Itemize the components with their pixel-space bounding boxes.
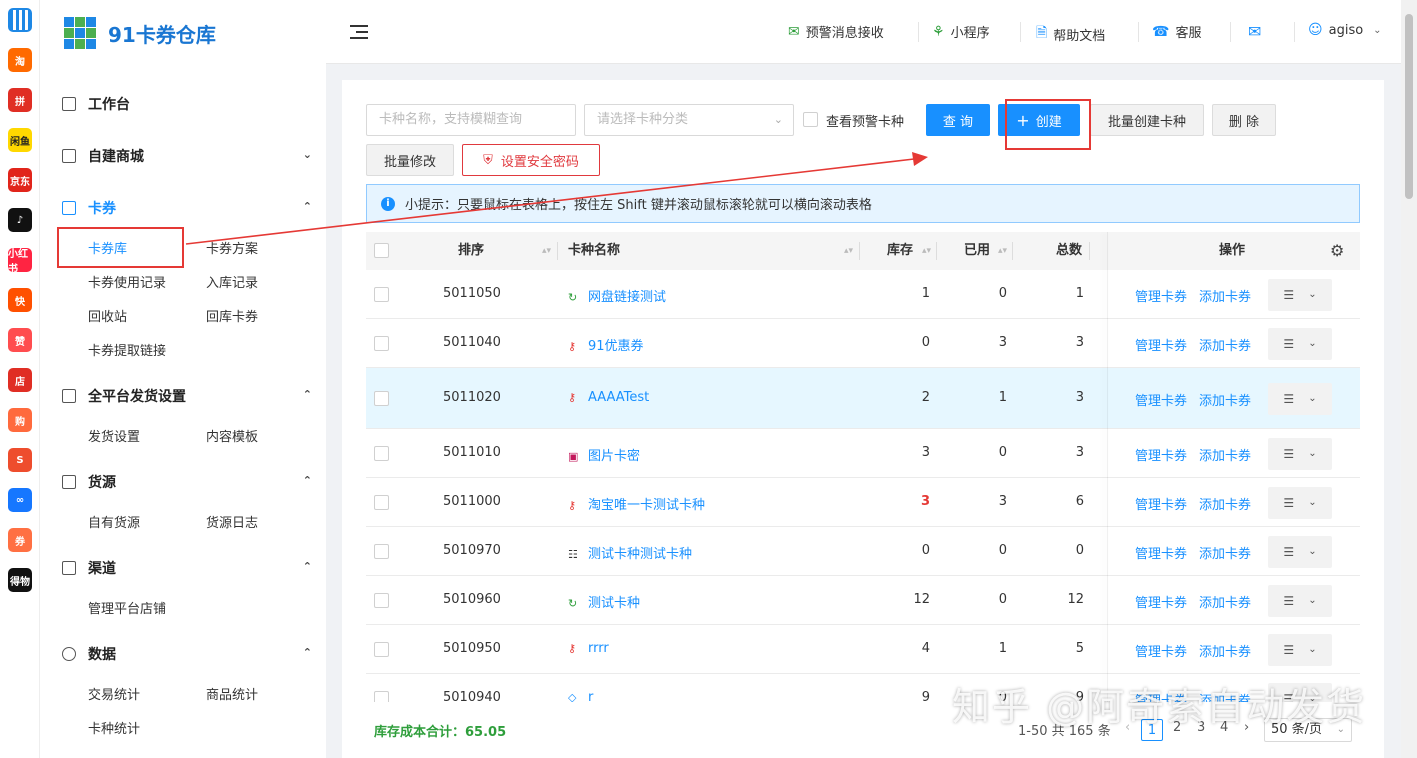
annotation-arrow: [185, 152, 928, 245]
watermark: 知乎 @阿奇索自动发货: [952, 685, 1367, 729]
